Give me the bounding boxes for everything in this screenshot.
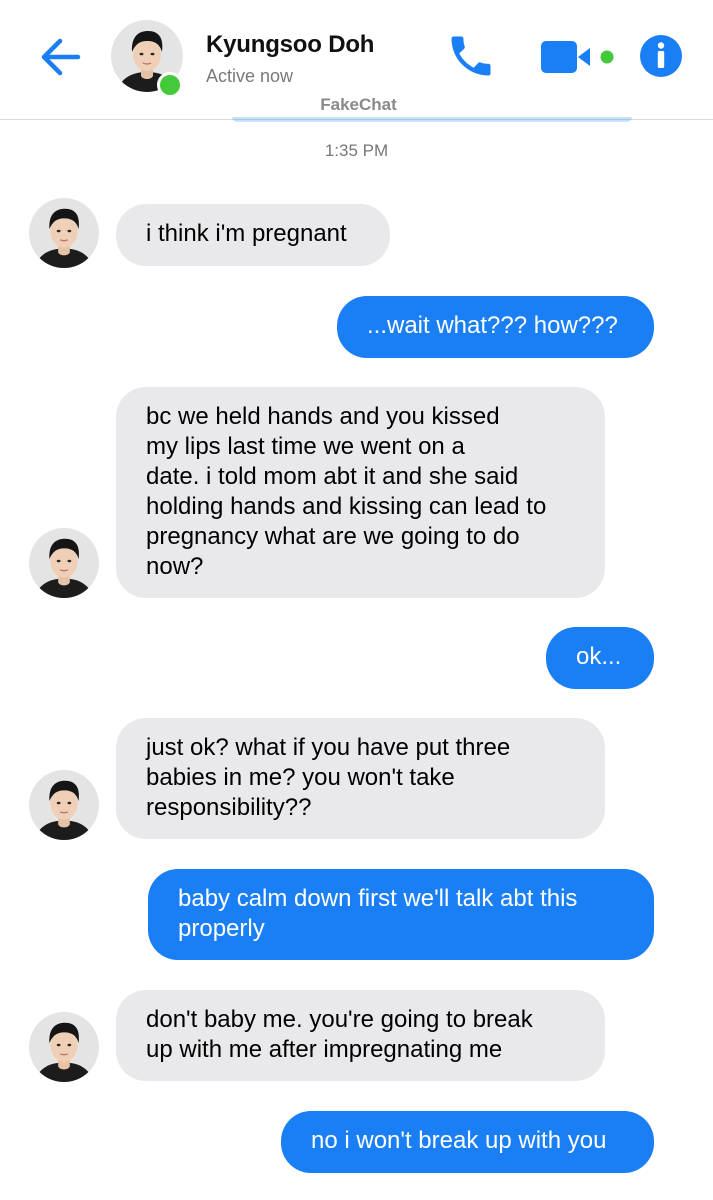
info-icon [640, 35, 682, 77]
sender-avatar [29, 528, 99, 598]
sent-message-bubble[interactable]: baby calm down first we'll talk abt this… [148, 869, 654, 960]
video-camera-icon [541, 41, 614, 73]
message-timestamp: 1:35 PM [324, 141, 389, 160]
received-message-bubble[interactable]: don't baby me. you're going to break up … [116, 990, 605, 1081]
back-arrow-icon [41, 38, 81, 76]
back-button[interactable] [38, 34, 84, 80]
sent-message-bubble[interactable]: ...wait what??? how??? [337, 296, 654, 358]
video-call-button[interactable] [540, 38, 620, 78]
sent-message-bubble[interactable]: no i won't break up with you [281, 1111, 654, 1173]
chat-header: Kyungsoo Doh Active now FakeChat [0, 0, 713, 120]
sender-avatar [29, 1012, 99, 1082]
received-message-bubble[interactable]: bc we held hands and you kissed my lips … [116, 387, 605, 598]
sent-message-bubble[interactable]: ok... [546, 627, 654, 689]
active-status: Active now [206, 66, 294, 86]
info-button[interactable] [638, 33, 684, 79]
voice-call-button[interactable] [445, 30, 497, 82]
received-message-bubble[interactable]: just ok? what if you have put three babi… [116, 718, 605, 839]
sender-avatar [29, 198, 99, 268]
phone-icon [451, 36, 491, 76]
app-watermark: FakeChat [320, 95, 397, 114]
previous-message-edge [232, 117, 632, 122]
contact-name[interactable]: Kyungsoo Doh [206, 31, 374, 59]
received-message-bubble[interactable]: i think i'm pregnant [116, 204, 390, 266]
sender-avatar [29, 770, 99, 840]
